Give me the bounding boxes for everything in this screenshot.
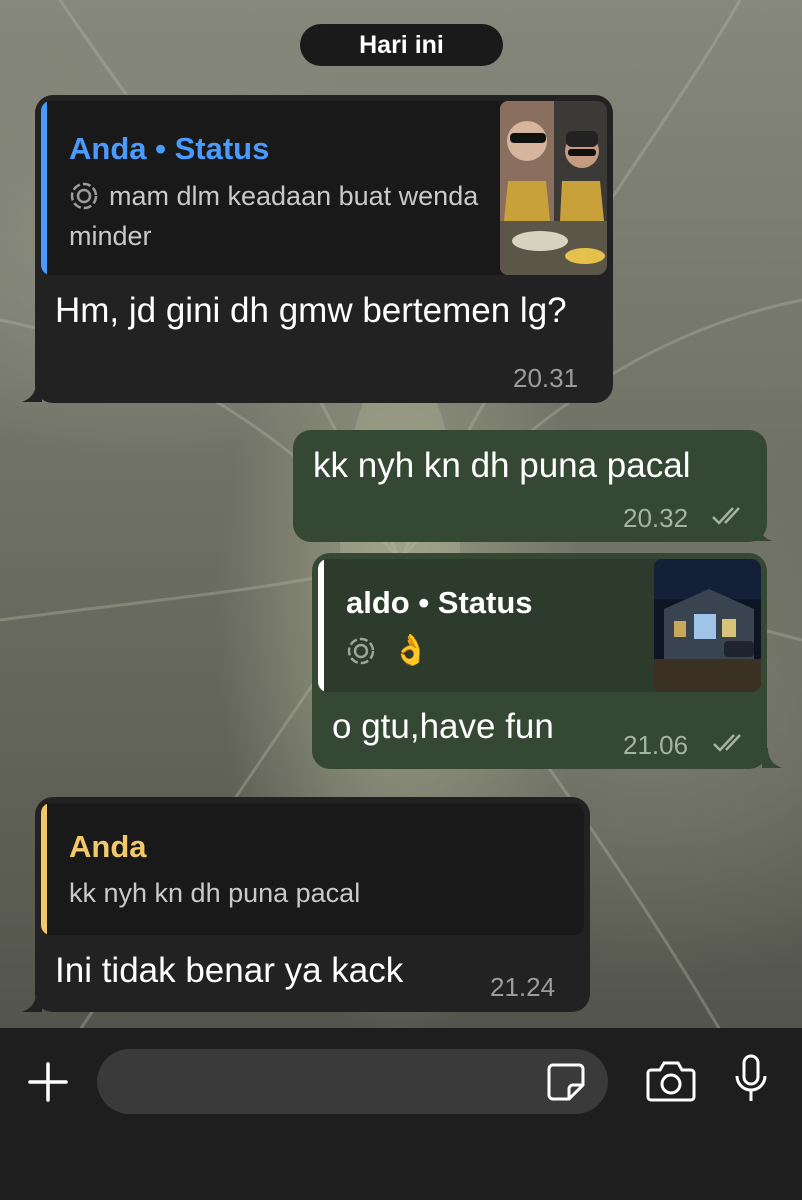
- microphone-icon[interactable]: [733, 1054, 769, 1104]
- message-text: o gtu,have fun: [332, 707, 554, 746]
- message-text: kk nyh kn dh puna pacal: [313, 446, 691, 485]
- message-bubble-incoming[interactable]: Anda kk nyh kn dh puna pacal Ini tidak b…: [35, 797, 590, 1012]
- message-time: 21.06: [623, 730, 689, 760]
- message-time: 20.31: [513, 363, 579, 393]
- status-thumbnail-photo[interactable]: [500, 101, 607, 275]
- message-bubble-outgoing[interactable]: aldo • Status 👌 o gtu,have fun 21.06: [312, 553, 767, 769]
- date-label: Hari ini: [359, 30, 444, 59]
- message-text: Ini tidak benar ya kack: [55, 951, 404, 990]
- quote-title: Anda • Status: [69, 131, 270, 166]
- camera-icon[interactable]: [645, 1058, 697, 1104]
- quote-title: Anda: [69, 829, 147, 864]
- quote-accent-bar: [41, 101, 47, 275]
- quote-text: mam dlm keadaan buat wenda minder: [69, 181, 479, 251]
- quoted-status[interactable]: Anda • Status mam dlm keadaan buat wenda…: [41, 101, 607, 275]
- quote-accent-bar: [318, 559, 324, 692]
- message-time: 21.24: [490, 972, 556, 1002]
- sticker-icon[interactable]: [545, 1061, 587, 1103]
- read-receipt-icon: [713, 734, 741, 752]
- plus-icon[interactable]: [26, 1060, 70, 1104]
- date-separator: Hari ini: [300, 24, 503, 66]
- quote-title: aldo • Status: [346, 585, 533, 620]
- message-text: Hm, jd gini dh gmw bertemen lg?: [55, 291, 567, 330]
- quote-text: kk nyh kn dh puna pacal: [69, 878, 361, 908]
- read-receipt-icon: [712, 507, 740, 525]
- message-time: 20.32: [623, 503, 689, 533]
- quoted-reply[interactable]: Anda kk nyh kn dh puna pacal: [41, 803, 584, 935]
- status-ring-icon: [347, 637, 375, 665]
- quote-accent-bar: [41, 803, 47, 935]
- quote-text: 👌: [392, 634, 430, 667]
- message-input[interactable]: [97, 1049, 608, 1114]
- quoted-status[interactable]: aldo • Status 👌: [318, 559, 761, 692]
- status-thumbnail-photo[interactable]: [654, 559, 761, 692]
- message-bubble-outgoing[interactable]: kk nyh kn dh puna pacal 20.32: [293, 430, 767, 542]
- message-bubble-incoming[interactable]: Anda • Status mam dlm keadaan buat wenda…: [35, 95, 613, 403]
